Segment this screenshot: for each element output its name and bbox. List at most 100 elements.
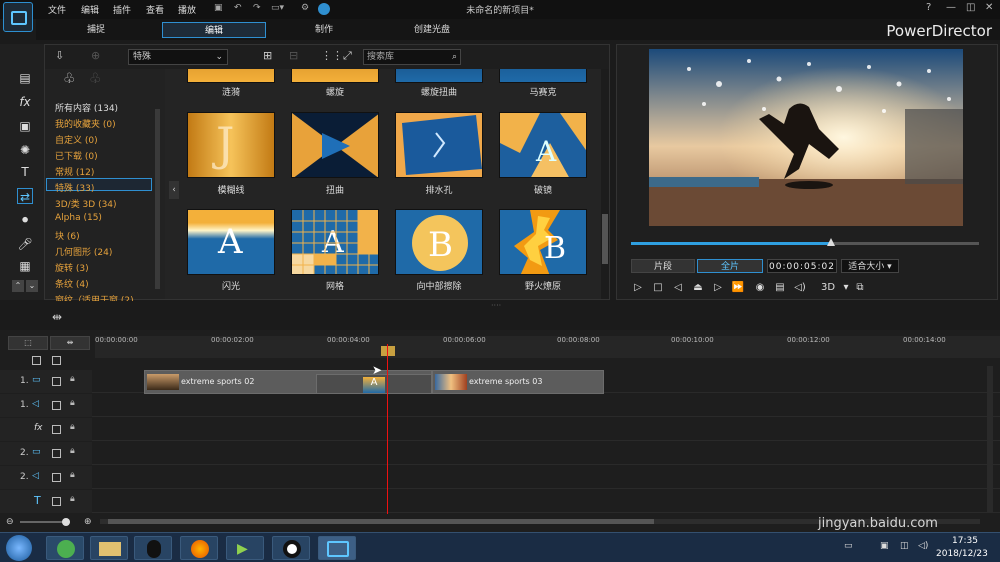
- snapshot-icon[interactable]: ◉: [753, 281, 767, 295]
- particle-room-icon[interactable]: ✺: [17, 142, 33, 158]
- remove-favorite-icon[interactable]: ♧: [89, 71, 102, 87]
- redo-icon[interactable]: ↷: [253, 3, 261, 13]
- transition-thumb[interactable]: [291, 112, 379, 178]
- transition-thumb[interactable]: A: [499, 112, 587, 178]
- clock-date[interactable]: 2018/12/23: [936, 549, 988, 559]
- fast-forward-icon[interactable]: ⏩: [731, 281, 745, 295]
- panel-resize-handle[interactable]: ····: [491, 301, 501, 310]
- clock-time[interactable]: 17:35: [952, 536, 978, 546]
- expand-view-icon[interactable]: ⤢: [343, 49, 352, 63]
- taskbar-app-360-icon[interactable]: [46, 536, 84, 560]
- tab-create-disc[interactable]: 创建光盘: [402, 22, 462, 38]
- start-button-icon[interactable]: [6, 535, 32, 561]
- grid-view-icon[interactable]: ⋮⋮: [321, 49, 343, 62]
- settings-icon[interactable]: ⚙: [301, 3, 309, 13]
- track-enable-checkbox[interactable]: [52, 449, 61, 458]
- stop-icon[interactable]: □: [651, 281, 665, 295]
- library-search-input[interactable]: 搜索库 ⌕: [363, 49, 461, 65]
- undo-icon[interactable]: ↶: [234, 3, 242, 13]
- track-enable-checkbox[interactable]: [52, 425, 61, 434]
- 3d-dropdown-icon[interactable]: ▾: [839, 281, 853, 295]
- apply-to-all-icon[interactable]: ⊟: [289, 49, 298, 62]
- zoom-out-icon[interactable]: ⊖: [6, 517, 14, 527]
- lock-icon[interactable]: 🔒︎: [70, 374, 75, 384]
- library-scrollbar[interactable]: [601, 69, 609, 299]
- category-item-alpha[interactable]: Alpha (15): [55, 213, 102, 223]
- add-to-timeline-icon[interactable]: ⊞: [263, 49, 272, 62]
- transition-room-icon[interactable]: ⇄: [17, 188, 33, 204]
- clip-mode-button[interactable]: 片段: [631, 259, 695, 273]
- search-icon[interactable]: ⌕: [452, 50, 457, 64]
- taskbar-qq-icon[interactable]: [134, 536, 172, 560]
- preview-seek-bar[interactable]: [631, 238, 979, 246]
- seek-handle[interactable]: [827, 238, 835, 246]
- tab-edit[interactable]: 编辑: [162, 22, 266, 38]
- transition-thumb[interactable]: [395, 69, 483, 83]
- transition-thumb[interactable]: B: [395, 209, 483, 275]
- volume-icon[interactable]: ◁): [793, 281, 807, 295]
- menu-play[interactable]: 播放: [178, 3, 196, 16]
- scroll-up-icon[interactable]: ⌃: [12, 280, 24, 292]
- menu-plugins[interactable]: 插件: [113, 3, 131, 16]
- lock-icon[interactable]: 🔒︎: [70, 470, 75, 480]
- transition-thumb[interactable]: J: [187, 112, 275, 178]
- category-item-geometric[interactable]: 几何图形 (24): [55, 245, 112, 258]
- next-frame-icon[interactable]: ▷: [711, 281, 725, 295]
- category-item-stripe[interactable]: 条纹 (4): [55, 277, 89, 290]
- category-item-special[interactable]: 特殊 (33): [55, 181, 94, 194]
- taskbar-media-icon[interactable]: ▶: [226, 536, 264, 560]
- movie-mode-button[interactable]: 全片: [697, 259, 763, 273]
- category-item-rotate[interactable]: 旋转 (3): [55, 261, 89, 274]
- playhead-marker[interactable]: [381, 346, 395, 356]
- 3d-mode-button[interactable]: 3D: [817, 281, 839, 295]
- volume-tray-icon[interactable]: ◁): [918, 541, 928, 551]
- category-item-window[interactable]: 窗纹（适用于窗 (2): [55, 293, 134, 301]
- help-button[interactable]: ?: [926, 2, 931, 13]
- notification-icon[interactable]: [318, 3, 330, 15]
- fx-room-icon[interactable]: fx: [17, 94, 33, 110]
- subtitle-icon[interactable]: ▤: [773, 281, 787, 295]
- save-icon[interactable]: ▣: [214, 3, 223, 13]
- import-icon[interactable]: ⇩: [55, 49, 64, 62]
- storyboard-view-icon[interactable]: ⬚: [8, 336, 48, 350]
- taskbar-powerdirector-icon[interactable]: [318, 536, 356, 560]
- lock-icon[interactable]: 🔒︎: [70, 446, 75, 456]
- transition-thumb[interactable]: [395, 112, 483, 178]
- lock-icon[interactable]: 🔒︎: [70, 398, 75, 408]
- preview-video[interactable]: [649, 49, 963, 226]
- menu-edit[interactable]: 编辑: [81, 3, 99, 16]
- category-item-downloaded[interactable]: 已下载 (0): [55, 149, 98, 162]
- transition-marker-icon[interactable]: A: [363, 377, 385, 393]
- tab-capture[interactable]: 捕捉: [66, 22, 126, 38]
- network-icon[interactable]: ◫: [900, 541, 909, 551]
- audio-mixing-icon[interactable]: ⚫: [17, 212, 33, 228]
- close-button[interactable]: ✕: [985, 2, 993, 13]
- menu-view[interactable]: 查看: [146, 3, 164, 16]
- aspect-ratio-icon[interactable]: ▭▾: [271, 3, 284, 13]
- category-scrollbar[interactable]: [155, 109, 160, 289]
- category-item-favorites[interactable]: 我的收藏夹 (0): [55, 117, 116, 130]
- undock-icon[interactable]: ⧉: [853, 281, 867, 295]
- media-room-icon[interactable]: ▤: [17, 70, 33, 86]
- zoom-slider-handle[interactable]: [62, 518, 70, 526]
- timeline-checkbox-all[interactable]: [52, 356, 61, 365]
- track-enable-checkbox[interactable]: [52, 473, 61, 482]
- lock-icon[interactable]: 🔒︎: [70, 494, 75, 504]
- tab-produce[interactable]: 制作: [294, 22, 354, 38]
- timecode-display[interactable]: 00:00:05:02: [767, 259, 837, 273]
- taskbar-firefox-icon[interactable]: [180, 536, 218, 560]
- timeline-view-icon[interactable]: ⇹: [50, 336, 90, 350]
- title-room-icon[interactable]: T: [17, 164, 33, 180]
- track-enable-checkbox[interactable]: [52, 497, 61, 506]
- add-favorite-icon[interactable]: ♧: [63, 71, 76, 87]
- taskbar-recorder-icon[interactable]: [272, 536, 310, 560]
- transition-thumb[interactable]: [499, 69, 587, 83]
- timeline-checkbox-all[interactable]: [32, 356, 41, 365]
- keyboard-icon[interactable]: ▭: [844, 541, 853, 551]
- category-item-custom[interactable]: 自定义 (0): [55, 133, 98, 146]
- zoom-in-icon[interactable]: ⊕: [84, 517, 92, 527]
- category-item-general[interactable]: 常规 (12): [55, 165, 94, 178]
- lock-icon[interactable]: 🔒︎: [70, 422, 75, 432]
- tray-icon[interactable]: ▣: [880, 541, 889, 551]
- category-item-3d[interactable]: 3D/类 3D (34): [55, 197, 117, 210]
